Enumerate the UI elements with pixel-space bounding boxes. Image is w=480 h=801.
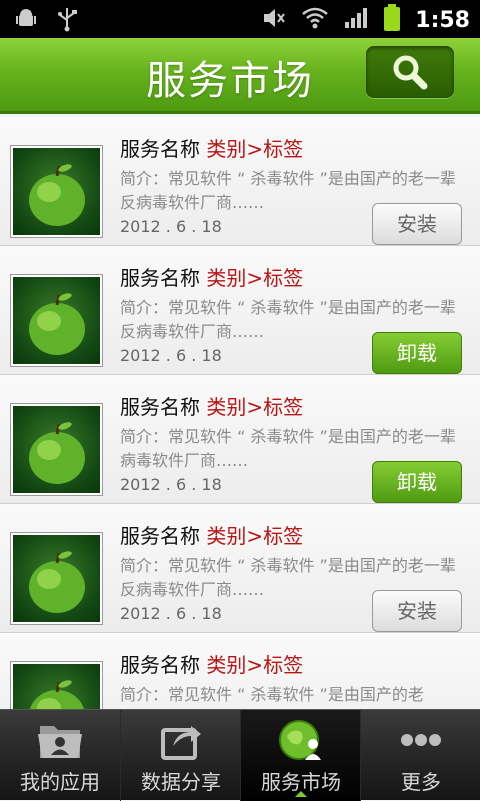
service-name: 服务名称 xyxy=(120,395,200,419)
service-tag[interactable]: 标签 xyxy=(263,653,303,677)
title-bar: 服务市场 xyxy=(0,38,480,114)
usb-icon xyxy=(56,6,78,36)
tab-label: 更多 xyxy=(401,770,441,794)
tab-data-share[interactable]: 数据分享 xyxy=(120,710,240,801)
search-icon xyxy=(393,55,428,90)
app-thumbnail xyxy=(10,532,103,625)
tab-service-market[interactable]: 服务市场 xyxy=(240,710,360,801)
green-apple-icon xyxy=(29,164,85,226)
service-date: 2012 . 6 . 18 xyxy=(120,217,222,236)
service-category[interactable]: 类别 xyxy=(206,137,246,161)
list-item[interactable]: 服务名称 类别>标签 简介：常见软件 “ 杀毒软件 ”是由国产的老一辈反病毒软件… xyxy=(0,246,480,375)
chevron-right-icon: > xyxy=(246,524,264,548)
install-button[interactable]: 安装 xyxy=(372,203,462,245)
service-list: 服务名称 类别>标签 简介：常见软件 “ 杀毒软件 ”是由国产的老一辈反病毒软件… xyxy=(0,117,480,709)
uninstall-button[interactable]: 卸载 xyxy=(372,332,462,374)
service-date: 2012 . 6 . 18 xyxy=(120,346,222,365)
service-description: 简介：常见软件 “ 杀毒软件 ”是由国产的老 xyxy=(120,685,424,704)
more-dots-icon xyxy=(401,734,441,746)
service-category[interactable]: 类别 xyxy=(206,524,246,548)
chevron-right-icon: > xyxy=(246,395,264,419)
android-debug-icon xyxy=(14,7,38,35)
share-icon xyxy=(161,726,201,760)
service-category[interactable]: 类别 xyxy=(206,266,246,290)
active-tab-indicator xyxy=(295,791,307,797)
green-apple-icon xyxy=(29,551,85,613)
tab-label: 我的应用 xyxy=(20,770,100,794)
chevron-right-icon: > xyxy=(246,653,264,677)
green-apple-icon xyxy=(30,680,84,709)
service-name: 服务名称 xyxy=(120,524,200,548)
service-category[interactable]: 类别 xyxy=(206,395,246,419)
search-button[interactable] xyxy=(366,46,454,98)
signal-icon xyxy=(343,6,369,34)
app-thumbnail xyxy=(10,403,103,496)
service-date: 2012 . 6 . 18 xyxy=(120,604,222,623)
service-tag[interactable]: 标签 xyxy=(263,395,303,419)
app-thumbnail xyxy=(10,274,103,367)
service-tag[interactable]: 标签 xyxy=(263,524,303,548)
battery-icon xyxy=(383,4,401,36)
green-apple-icon xyxy=(29,422,85,484)
tab-more[interactable]: 更多 xyxy=(360,710,480,801)
mute-icon xyxy=(261,6,287,34)
app-thumbnail xyxy=(10,145,103,238)
bottom-tab-bar: 我的应用 数据分享 服务市场 更多 xyxy=(0,709,480,801)
list-item[interactable]: 服务名称 类别>标签 简介：常见软件 “ 杀毒软件 ”是由国产的老一辈病毒软件厂… xyxy=(0,375,480,504)
service-market-icon xyxy=(279,720,321,760)
list-item[interactable]: 服务名称 类别>标签 简介：常见软件 “ 杀毒软件 ”是由国产的老一辈反病毒软件… xyxy=(0,504,480,633)
list-item[interactable]: 服务名称 类别>标签 简介：常见软件 “ 杀毒软件 ”是由国产的老 xyxy=(0,633,480,709)
wifi-icon xyxy=(301,6,329,34)
service-name: 服务名称 xyxy=(120,137,200,161)
chevron-right-icon: > xyxy=(246,137,264,161)
list-item[interactable]: 服务名称 类别>标签 简介：常见软件 “ 杀毒软件 ”是由国产的老一辈反病毒软件… xyxy=(0,117,480,246)
service-category[interactable]: 类别 xyxy=(206,653,246,677)
status-time: 1:58 xyxy=(415,7,470,33)
chevron-right-icon: > xyxy=(246,266,264,290)
service-tag[interactable]: 标签 xyxy=(263,266,303,290)
service-name: 服务名称 xyxy=(120,653,200,677)
tab-my-apps[interactable]: 我的应用 xyxy=(0,710,120,801)
app-thumbnail xyxy=(10,661,103,709)
service-date: 2012 . 6 . 18 xyxy=(120,475,222,494)
folder-user-icon xyxy=(38,726,82,758)
install-button[interactable]: 安装 xyxy=(372,590,462,632)
service-name: 服务名称 xyxy=(120,266,200,290)
green-apple-icon xyxy=(29,293,85,355)
service-tag[interactable]: 标签 xyxy=(263,137,303,161)
status-bar: 1:58 xyxy=(0,0,480,38)
uninstall-button[interactable]: 卸载 xyxy=(372,461,462,503)
tab-label: 数据分享 xyxy=(141,770,221,794)
